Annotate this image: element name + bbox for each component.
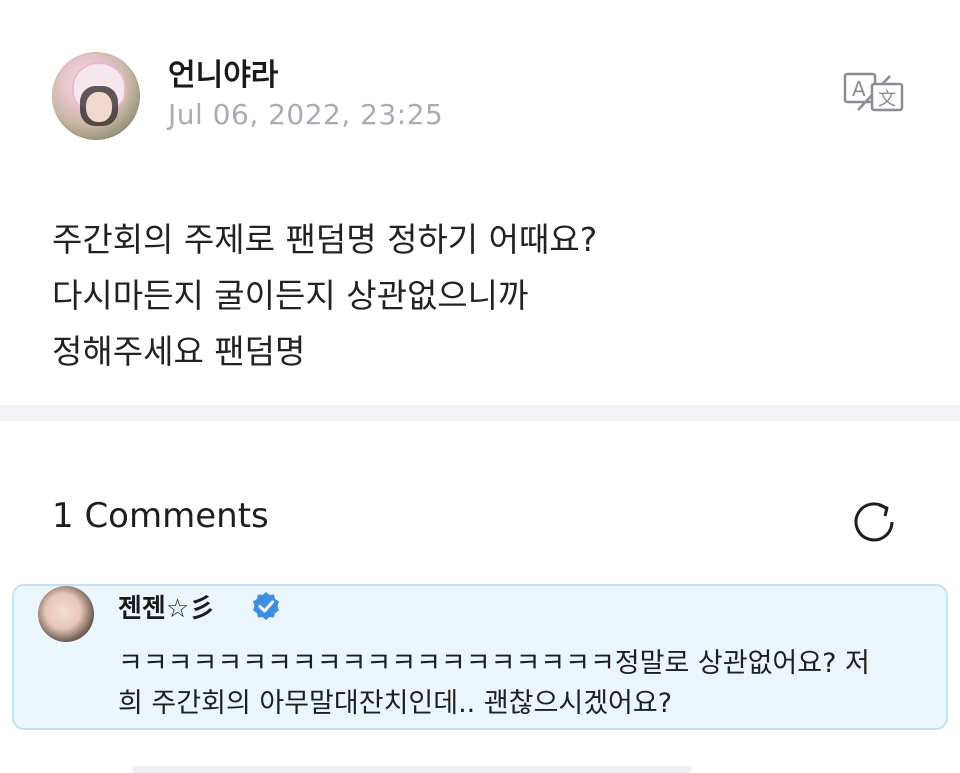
comment-text-line: 희 주간회의 아무말대잔치인데.. 괜찮으시겠어요? [118, 688, 673, 719]
refresh-button[interactable] [848, 496, 900, 548]
translate-button[interactable]: A 文 [842, 70, 906, 114]
svg-text:文: 文 [878, 89, 896, 110]
avatar-face-shape [86, 92, 112, 122]
refresh-icon [854, 502, 894, 542]
comment-card[interactable]: 젠젠☆彡 ㅋㅋㅋㅋㅋㅋㅋㅋㅋㅋㅋㅋㅋㅋㅋㅋㅋㅋㅋㅋ정말로 상관없어요? 저 희 … [12, 584, 948, 730]
section-divider [0, 405, 960, 421]
comment-text-line: ㅋㅋㅋㅋㅋㅋㅋㅋㅋㅋㅋㅋㅋㅋㅋㅋㅋㅋㅋㅋ정말로 상관없어요? 저 [118, 648, 870, 679]
translate-icon: A 文 [843, 72, 904, 112]
verified-badge-icon [253, 592, 279, 620]
bottom-input-bar[interactable] [132, 766, 692, 773]
comments-count-title: 1 Comments [52, 496, 269, 536]
post-body-line: 주간회의 주제로 팬덤명 정하기 어때요? [52, 220, 598, 259]
post-body-line: 다시마든지 굴이든지 상관없으니까 [52, 276, 529, 315]
author-avatar[interactable] [52, 52, 140, 140]
commenter-name[interactable]: 젠젠☆彡 [118, 588, 215, 625]
post-header: 언니야라 Jul 06, 2022, 23:25 A 文 [0, 0, 960, 170]
post-body: 주간회의 주제로 팬덤명 정하기 어때요? 다시마든지 굴이든지 상관없으니까 … [52, 212, 912, 380]
commenter-avatar[interactable] [38, 586, 94, 642]
post-timestamp: Jul 06, 2022, 23:25 [168, 98, 444, 131]
post-body-line: 정해주세요 팬덤명 [52, 332, 306, 371]
svg-text:A: A [852, 77, 866, 101]
author-name[interactable]: 언니야라 [168, 50, 278, 94]
comment-text: ㅋㅋㅋㅋㅋㅋㅋㅋㅋㅋㅋㅋㅋㅋㅋㅋㅋㅋㅋㅋ정말로 상관없어요? 저 희 주간회의 … [118, 644, 918, 724]
